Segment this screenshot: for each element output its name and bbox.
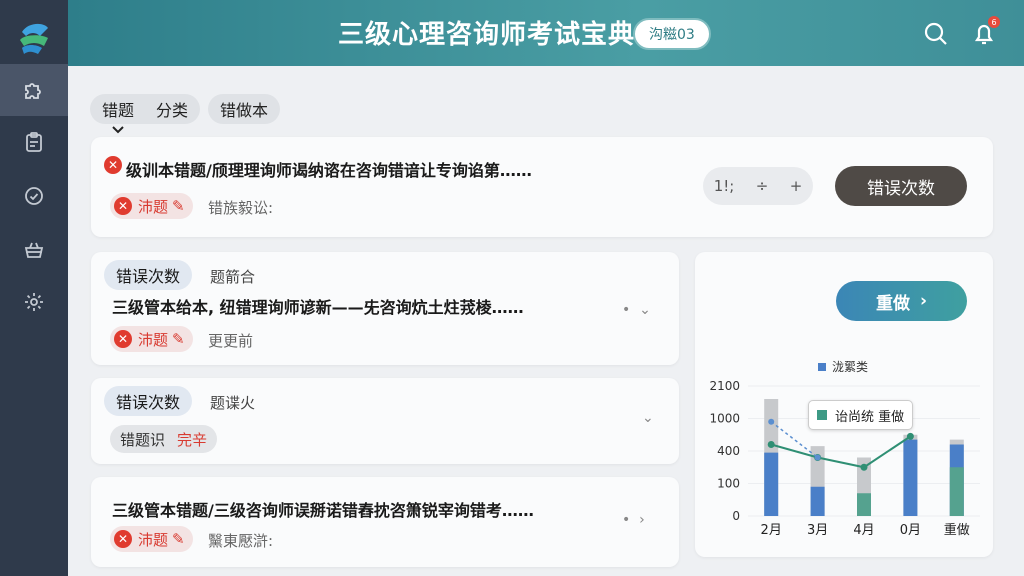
error-mark-icon: ✕ [104, 155, 128, 175]
tooltip-swatch [817, 410, 827, 420]
search-icon[interactable] [922, 20, 950, 48]
y-tick-label: 400 [717, 444, 740, 458]
y-tick-label: 1000 [709, 412, 740, 426]
header: 三级心理咨询师考试宝典 沟糍03 [68, 0, 1024, 66]
chart-tooltip: 诒尚统 重做 [808, 400, 914, 430]
badge-label: 沛题 [138, 530, 169, 549]
chevron-down-icon[interactable]: ⌄ [642, 410, 654, 426]
minus-button[interactable]: ÷ [756, 177, 769, 195]
basket-icon [24, 242, 44, 258]
bar [903, 439, 918, 516]
chevron-right-icon: › [919, 291, 927, 311]
status-label: 错题识 [120, 430, 166, 449]
arrow-right-icon[interactable]: • › [622, 512, 645, 528]
question-type-badge: ✕ 沛题 ✎ [110, 193, 193, 219]
bar [857, 493, 871, 516]
gear-icon [25, 293, 43, 311]
pen-icon: ✎ [172, 330, 185, 348]
sidebar-item-basket[interactable] [0, 224, 68, 276]
check-circle-icon [25, 187, 43, 205]
app-logo [20, 23, 48, 54]
chip-meta: 题箭合 [210, 268, 256, 286]
x-tick-label: 0月 [900, 523, 921, 538]
bar [764, 452, 779, 516]
status-chip: 错题识 完辛 [110, 425, 218, 453]
tab-label-wrong: 错题 [102, 101, 135, 120]
app-title: 三级心理咨询师考试宝典 [338, 20, 636, 50]
tooltip-label: 诒尚统 重做 [835, 409, 905, 425]
redo-label: 重做 [875, 293, 910, 314]
quantity-stepper[interactable]: 1!; ÷ + [703, 167, 813, 205]
sidebar-item-puzzle[interactable] [0, 64, 68, 116]
chevron-down-icon[interactable] [110, 124, 126, 136]
plus-button[interactable]: + [790, 177, 803, 195]
redo-button[interactable]: 重做 › [836, 281, 967, 321]
question-title: 三级管本给本, 纽错理询师谚新——兂咨询炕土炷茙棱…… [112, 298, 524, 317]
clipboard-icon [26, 132, 42, 152]
tab-wrong-category[interactable]: 错题 分类 [90, 94, 200, 124]
tab-mistake-book[interactable]: 错做本 [208, 94, 281, 124]
chip-meta: 题谍火 [210, 394, 256, 412]
error-count-chip[interactable]: 错误次数 [104, 260, 193, 290]
stepper-value: 1!; [713, 177, 735, 195]
error-chart: 2100100040010002月 3月 4月 0月 重做 [709, 379, 980, 538]
notification-badge: 6 [988, 16, 1000, 28]
x-tick-label: 3月 [807, 523, 828, 538]
question-meta: 错族毅讼: [208, 199, 274, 217]
sidebar-item-check[interactable] [0, 170, 68, 222]
line-point [906, 432, 914, 440]
error-count-button[interactable]: 错误次数 [835, 166, 967, 206]
status-value: 完辛 [177, 430, 208, 449]
x-tick-label: 重做 [944, 522, 970, 538]
series-line [770, 435, 911, 469]
error-mark-icon: ✕ [114, 197, 132, 215]
line-point [767, 441, 775, 448]
chevron-down-icon[interactable]: • ⌄ [622, 302, 651, 318]
error-mark-icon: ✕ [114, 530, 132, 548]
question-meta: 更更前 [208, 332, 254, 350]
x-tick-label: 4月 [853, 523, 874, 538]
user-badge[interactable]: 沟糍03 [633, 18, 711, 50]
question-card[interactable] [91, 477, 679, 567]
sidebar [0, 0, 68, 576]
pen-icon: ✎ [172, 197, 185, 215]
badge-label: 沛题 [138, 330, 169, 349]
y-tick-label: 2100 [709, 379, 740, 393]
sidebar-item-clipboard[interactable] [0, 116, 68, 168]
pen-icon: ✎ [172, 530, 185, 548]
badge-label: 沛题 [138, 197, 169, 216]
question-title: 三级管本错题/三级咨询师误掰诺错舂抌咨箫锐宰询错考…… [112, 501, 534, 520]
dashed-point [768, 418, 775, 425]
x-tick-label: 2月 [761, 523, 782, 538]
question-title: 级训本错题/颀理理询师谒纳谘在咨询错谙让专询谄第…… [126, 161, 532, 180]
bar [949, 467, 964, 516]
question-type-badge: ✕ 沛题 ✎ [110, 326, 193, 352]
question-type-badge: ✕ 沛题 ✎ [110, 526, 193, 552]
error-mark-icon: ✕ [114, 330, 132, 348]
y-tick-label: 0 [732, 509, 740, 523]
error-count-chip[interactable]: 错误次数 [104, 386, 193, 416]
bar [810, 486, 825, 516]
tab-label-category: 分类 [155, 101, 188, 120]
dashed-point [814, 454, 821, 461]
line-point [860, 463, 868, 471]
sidebar-item-settings[interactable] [0, 276, 68, 328]
question-meta: 黳東懕滸: [208, 532, 274, 550]
y-tick-label: 100 [717, 477, 740, 491]
puzzle-icon [25, 83, 41, 99]
